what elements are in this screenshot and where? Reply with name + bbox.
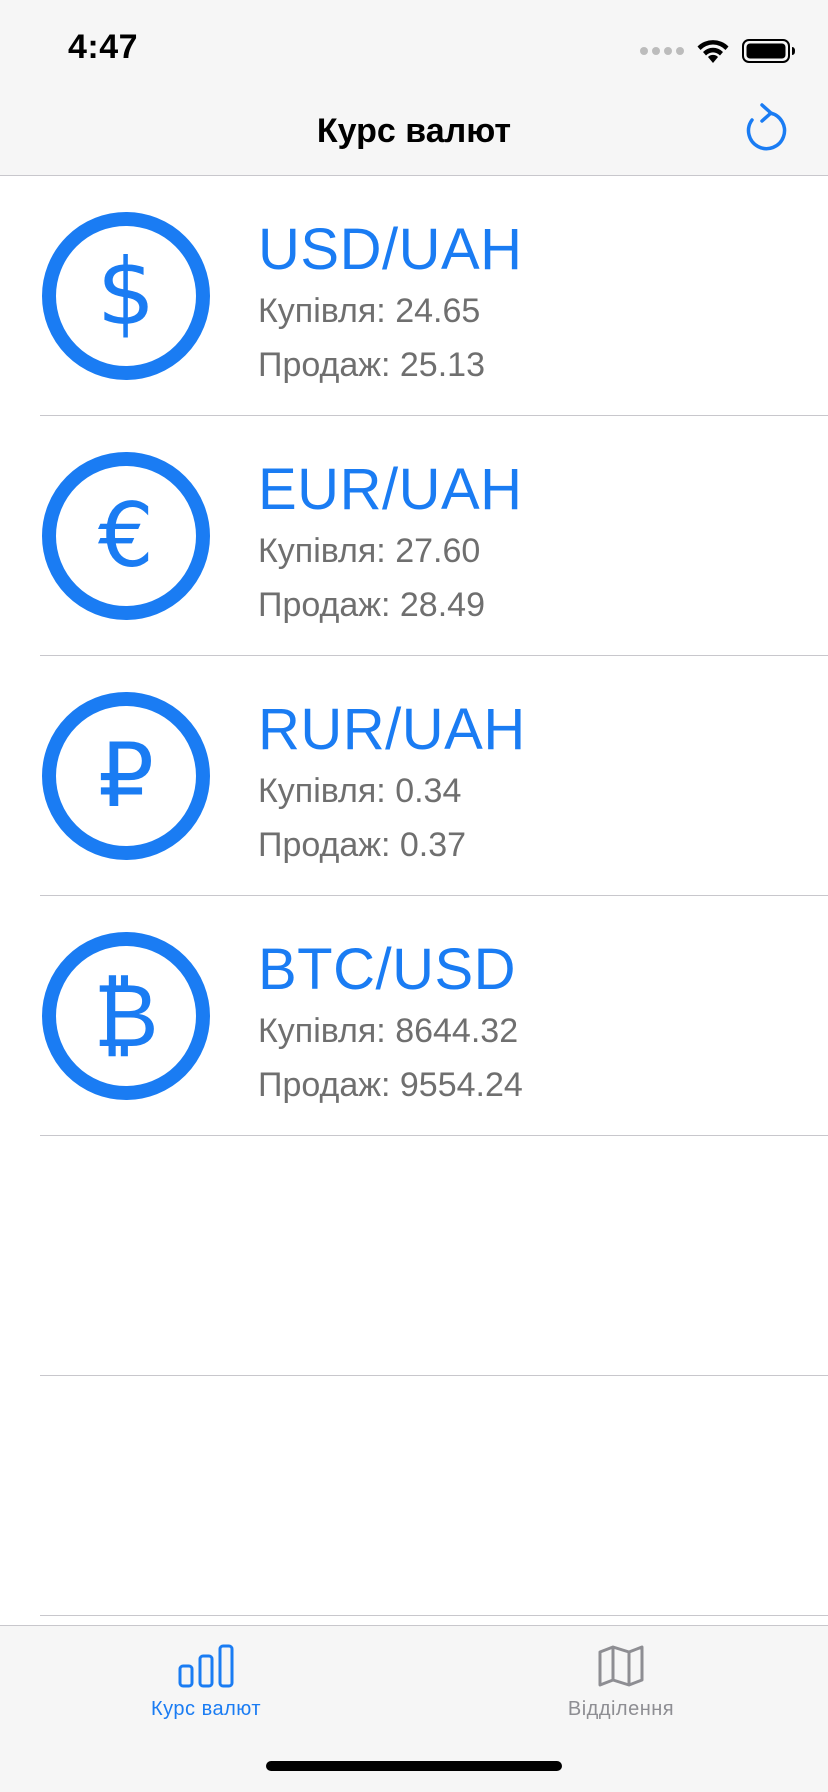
rate-row-usd[interactable]: $ USD/UAH Купівля: 24.65 Продаж: 25.13 <box>0 176 828 416</box>
sell-rate: Продаж: 25.13 <box>258 346 485 384</box>
home-indicator[interactable] <box>266 1761 562 1771</box>
buy-rate: Купівля: 24.65 <box>258 292 481 330</box>
currency-pair: RUR/UAH <box>258 697 526 762</box>
cellular-signal-icon <box>640 47 684 55</box>
wifi-icon <box>697 40 729 63</box>
refresh-button[interactable] <box>742 102 790 154</box>
bitcoin-coin-icon: ₿ <box>42 932 210 1100</box>
ruble-coin-icon: ₽ <box>42 692 210 860</box>
battery-icon <box>742 39 795 63</box>
row-divider <box>40 1615 828 1616</box>
bar-chart-icon <box>178 1644 234 1688</box>
tab-branches[interactable]: Відділення <box>501 1644 741 1721</box>
status-icons <box>640 36 796 66</box>
status-time: 4:47 <box>68 28 139 66</box>
empty-row <box>0 1376 828 1616</box>
tab-exchange-rates[interactable]: Курс валют <box>86 1644 326 1721</box>
tab-label: Відділення <box>567 1698 675 1720</box>
buy-rate: Купівля: 27.60 <box>258 532 481 570</box>
buy-rate: Купівля: 0.34 <box>258 772 462 810</box>
currency-pair: USD/UAH <box>258 217 523 282</box>
refresh-icon <box>746 103 787 151</box>
navigation-bar: 4:47 Курс валют <box>0 0 828 176</box>
rate-row-eur[interactable]: € EUR/UAH Купівля: 27.60 Продаж: 28.49 <box>0 416 828 656</box>
currency-pair: EUR/UAH <box>258 457 523 522</box>
euro-coin-icon: € <box>42 452 210 620</box>
dollar-coin-icon: $ <box>42 212 210 380</box>
currency-pair: BTC/USD <box>258 937 517 1002</box>
svg-text:₿: ₿ <box>93 964 158 1067</box>
svg-text:$: $ <box>97 239 156 346</box>
map-icon <box>598 1645 644 1687</box>
sell-rate: Продаж: 28.49 <box>258 586 485 624</box>
sell-rate: Продаж: 0.37 <box>258 826 467 864</box>
empty-row <box>0 1136 828 1376</box>
svg-text:₽: ₽ <box>98 724 154 827</box>
rate-row-rur[interactable]: ₽ RUR/UAH Купівля: 0.34 Продаж: 0.37 <box>0 656 828 896</box>
rate-row-btc[interactable]: ₿ BTC/USD Купівля: 8644.32 Продаж: 9554.… <box>0 896 828 1136</box>
tab-label: Курс валют <box>150 1698 262 1720</box>
svg-text:€: € <box>98 484 154 587</box>
buy-rate: Купівля: 8644.32 <box>258 1012 519 1050</box>
page-title: Курс валют <box>316 112 512 150</box>
sell-rate: Продаж: 9554.24 <box>258 1066 523 1104</box>
